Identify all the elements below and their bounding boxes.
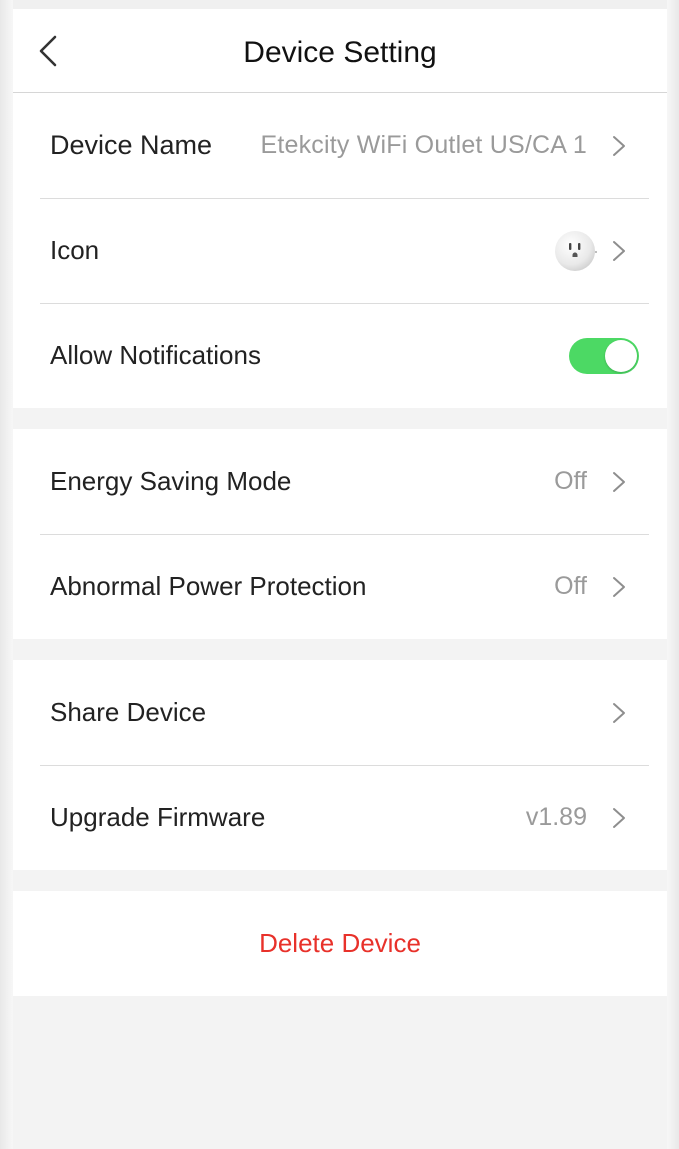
abnormal-power-protection-row[interactable]: Abnormal Power Protection Off	[13, 534, 667, 639]
delete-device-label: Delete Device	[259, 928, 421, 958]
energy-saving-mode-row[interactable]: Energy Saving Mode Off	[13, 429, 667, 534]
toggle-knob	[605, 339, 637, 372]
share-device-label: Share Device	[50, 697, 207, 727]
upgrade-firmware-row[interactable]: Upgrade Firmware v1.89	[13, 765, 667, 870]
device-setting-screen: Device Setting Device Name Etekcity WiFi…	[13, 9, 667, 1149]
device-name-label: Device Name	[50, 130, 213, 160]
icon-row[interactable]: Icon	[13, 198, 667, 303]
chevron-right-icon	[613, 240, 625, 261]
window-shadow-left	[0, 0, 13, 1149]
chevron-right-icon	[613, 807, 625, 828]
chevron-right-icon	[613, 135, 625, 156]
nav-bar: Device Setting	[13, 9, 667, 93]
window-shadow-top	[0, 0, 679, 9]
power-settings-section: Energy Saving Mode Off Abnormal Power Pr…	[13, 429, 667, 639]
section-gap	[13, 870, 667, 891]
abnormal-power-protection-label: Abnormal Power Protection	[50, 571, 367, 601]
device-name-value: Etekcity WiFi Outlet US/CA 1	[260, 131, 587, 159]
chevron-right-icon	[613, 471, 625, 492]
window-shadow-right	[667, 0, 679, 1149]
allow-notifications-label: Allow Notifications	[50, 340, 261, 370]
general-settings-section: Device Name Etekcity WiFi Outlet US/CA 1…	[13, 93, 667, 408]
device-actions-section: Share Device Upgrade Firmware v1.89	[13, 660, 667, 870]
outlet-icon	[555, 230, 597, 271]
abnormal-power-protection-value: Off	[554, 572, 587, 600]
share-device-row[interactable]: Share Device	[13, 660, 667, 765]
delete-device-button[interactable]: Delete Device	[13, 891, 667, 996]
allow-notifications-toggle[interactable]	[569, 337, 639, 374]
section-gap	[13, 639, 667, 660]
icon-label: Icon	[50, 235, 100, 265]
firmware-version-value: v1.89	[525, 803, 587, 831]
page-title: Device Setting	[243, 36, 437, 69]
device-name-row[interactable]: Device Name Etekcity WiFi Outlet US/CA 1	[13, 93, 667, 198]
chevron-right-icon	[613, 576, 625, 597]
energy-saving-mode-label: Energy Saving Mode	[50, 466, 292, 496]
allow-notifications-row: Allow Notifications	[13, 303, 667, 408]
energy-saving-mode-value: Off	[554, 467, 587, 495]
section-gap	[13, 408, 667, 429]
chevron-right-icon	[613, 702, 625, 723]
upgrade-firmware-label: Upgrade Firmware	[50, 802, 266, 832]
